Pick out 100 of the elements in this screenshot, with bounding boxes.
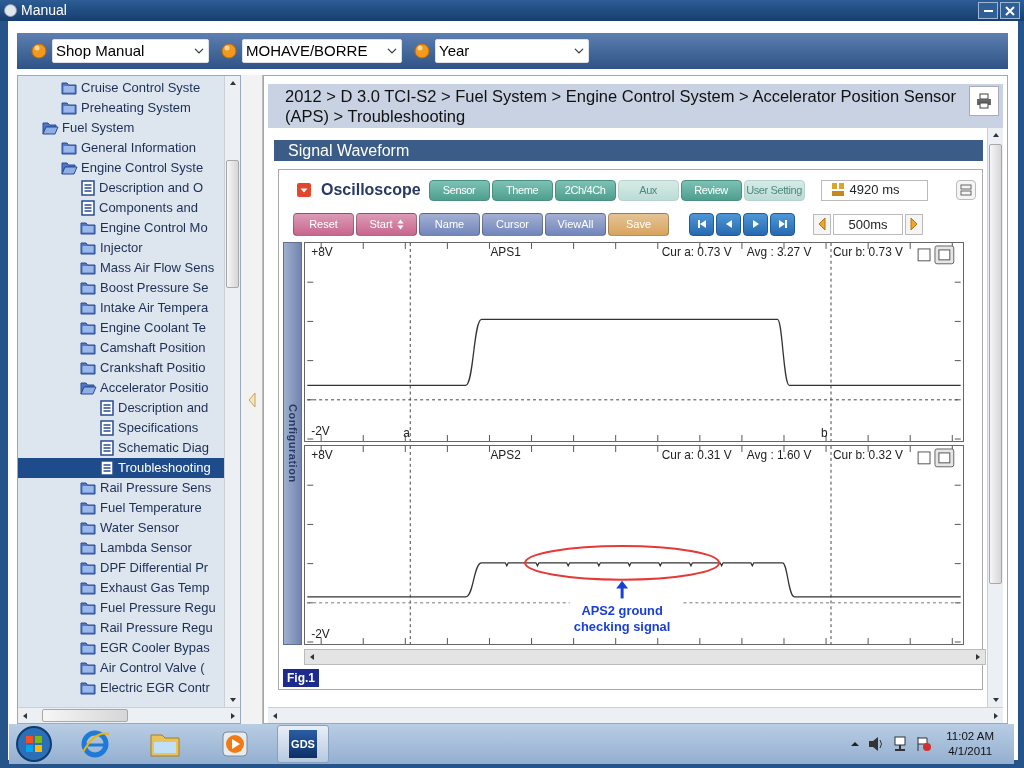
dropdown[interactable]: Shop Manual [52, 39, 209, 63]
tree-item[interactable]: Accelerator Positio [18, 378, 224, 398]
tree-item[interactable]: Specifications [18, 418, 224, 438]
timer-icon [831, 183, 844, 197]
decrease-button[interactable] [813, 213, 831, 235]
tree-item[interactable]: Camshaft Position [18, 338, 224, 358]
start-button[interactable] [15, 725, 53, 763]
checkbox[interactable] [917, 451, 931, 465]
skip-start-icon [695, 218, 708, 230]
tree-item[interactable]: Cruise Control Syste [18, 78, 224, 98]
tree-item[interactable]: Fuel System [18, 118, 224, 138]
maximize-button[interactable] [934, 448, 955, 468]
document-icon [99, 440, 115, 456]
tree-item[interactable]: Lambda Sensor [18, 538, 224, 558]
tree-item[interactable]: Injector [18, 238, 224, 258]
document-icon [99, 420, 115, 436]
collapse-arrow-icon[interactable] [246, 391, 257, 408]
tree-item[interactable]: Troubleshooting [18, 458, 224, 478]
maximize-button[interactable] [934, 245, 955, 265]
folder-icon [80, 640, 97, 656]
dropdown[interactable]: Year [435, 39, 589, 63]
taskbar-app[interactable]: GDS [277, 725, 329, 763]
globe-icon[interactable] [79, 728, 111, 760]
folder-icon [80, 360, 97, 376]
document-icon [80, 200, 96, 216]
figure-label: Fig.1 [283, 669, 319, 687]
scale-min-label: -2V [311, 424, 330, 439]
minimize-button[interactable] [978, 2, 998, 19]
close-icon [1005, 5, 1015, 16]
scrollbar[interactable] [304, 649, 986, 665]
tree-item[interactable]: Crankshaft Positio [18, 358, 224, 378]
tree-item[interactable]: Description and O [18, 178, 224, 198]
bullet-icon [31, 43, 47, 59]
channel-name: APS1 [490, 244, 521, 259]
scrollbar[interactable] [18, 707, 240, 723]
average-reading: Avg : 1.60 V [746, 447, 812, 462]
clock-date: 4/1/2011 [947, 744, 994, 759]
tree-item[interactable]: General Information [18, 138, 224, 158]
tree-item[interactable]: Description and [18, 398, 224, 418]
tree-item[interactable]: Mass Air Flow Sens [18, 258, 224, 278]
folder-icon [80, 500, 97, 516]
tree-item[interactable]: Electric EGR Contr [18, 678, 224, 698]
menu-button[interactable] [956, 180, 976, 200]
tree-item[interactable]: Rail Pressure Sens [18, 478, 224, 498]
app-icon [4, 4, 17, 17]
scrollbar[interactable] [987, 128, 1003, 707]
tree-item[interactable]: Schematic Diag [18, 438, 224, 458]
open-folder-icon [42, 120, 59, 136]
collapse-icon[interactable] [297, 183, 311, 197]
tree-item[interactable]: Preheating System [18, 98, 224, 118]
tree-item[interactable]: Components and [18, 198, 224, 218]
folder-icon [80, 220, 97, 236]
folder-icon [80, 320, 97, 336]
increase-button[interactable] [905, 213, 923, 235]
tree-item[interactable]: Intake Air Tempera [18, 298, 224, 318]
dropdown[interactable]: MOHAVE/BORRE [242, 39, 402, 63]
folder-icon [80, 540, 97, 556]
speaker-icon[interactable] [868, 736, 885, 752]
tree-item[interactable]: Rail Pressure Regu [18, 618, 224, 638]
skip-end-button[interactable] [770, 212, 795, 236]
network-icon[interactable] [892, 736, 909, 752]
tree-item[interactable]: DPF Differential Pr [18, 558, 224, 578]
cursor-a-reading: Cur a: 0.73 V [661, 244, 732, 259]
flag-icon[interactable] [916, 736, 933, 752]
tree-item[interactable]: Air Control Valve ( [18, 658, 224, 678]
tree-item[interactable]: EGR Cooler Bypas [18, 638, 224, 658]
annotation-label: APS2 ground checking signal [573, 603, 671, 635]
tree-item[interactable]: Fuel Pressure Regu [18, 598, 224, 618]
open-folder-icon [80, 380, 97, 396]
tree-item[interactable]: Water Sensor [18, 518, 224, 538]
tree-item[interactable]: Fuel Temperature [18, 498, 224, 518]
tree-item[interactable]: Boost Pressure Se [18, 278, 224, 298]
previous-button[interactable] [716, 212, 741, 236]
play-button[interactable] [743, 212, 768, 236]
tree-item[interactable]: Engine Control Mo [18, 218, 224, 238]
play-icon[interactable] [219, 728, 251, 760]
updown-icon [396, 218, 404, 230]
scroll-thumb[interactable] [989, 144, 1002, 584]
scrollbar[interactable] [268, 707, 1003, 723]
checkbox[interactable] [917, 248, 931, 262]
tree-item[interactable]: Exhaust Gas Temp [18, 578, 224, 598]
tree-item[interactable]: Engine Coolant Te [18, 318, 224, 338]
skip-start-button[interactable] [689, 212, 714, 236]
tree-item[interactable]: Engine Control Syste [18, 158, 224, 178]
folder-icon [61, 140, 78, 156]
scale-max-label: +8V [311, 244, 333, 259]
menu-icon [960, 184, 972, 196]
scroll-thumb[interactable] [42, 709, 128, 722]
bullet-icon [414, 43, 430, 59]
channel-name: APS2 [490, 447, 521, 462]
side-tab[interactable]: Configuration [283, 242, 302, 645]
close-button[interactable] [1000, 2, 1020, 19]
print-button[interactable] [969, 86, 999, 116]
document-icon [80, 180, 96, 196]
scrollbar[interactable] [224, 76, 240, 707]
scroll-thumb[interactable] [226, 160, 239, 288]
mode-button: User Setting [743, 179, 805, 201]
clock-time: 11:02 AM [946, 729, 994, 744]
up-caret-icon[interactable] [850, 739, 861, 749]
document-icon [99, 460, 115, 476]
